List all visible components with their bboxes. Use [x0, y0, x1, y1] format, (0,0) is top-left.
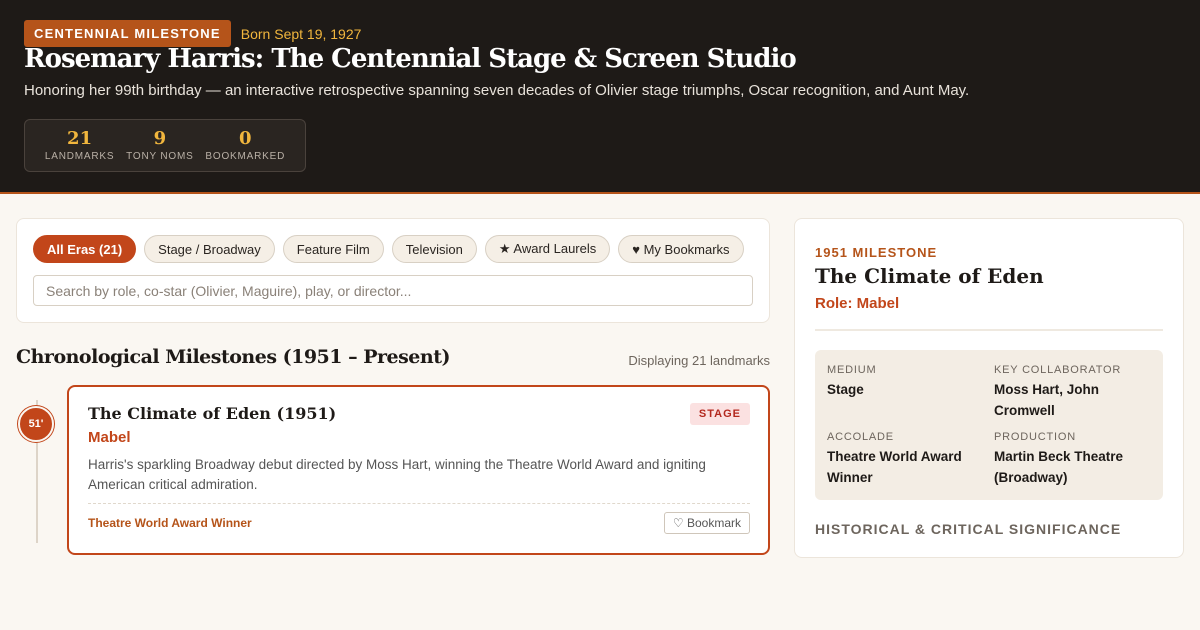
- fact-value: Theatre World Award Winner: [827, 449, 962, 485]
- medium-tag: STAGE: [689, 403, 750, 425]
- fact-label: ACCOLADE: [827, 431, 894, 443]
- detail-role: Role: Mabel: [815, 295, 900, 312]
- stat-value: 21: [67, 128, 93, 149]
- milestone-role: Mabel: [88, 429, 131, 446]
- stat-value: 9: [153, 128, 167, 149]
- fact-value: Martin Beck Theatre (Broadway): [994, 449, 1124, 485]
- fact-label: MEDIUM: [827, 364, 877, 376]
- fact-label: KEY COLLABORATOR: [994, 364, 1122, 376]
- stat-value: 0: [239, 128, 252, 149]
- detail-panel: 1951 MILESTONE The Climate of Eden Role:…: [794, 218, 1184, 558]
- detail-title: The Climate of Eden: [815, 264, 1044, 288]
- award-label: Theatre World Award Winner: [88, 516, 252, 530]
- milestone-title: The Climate of Eden (1951): [88, 404, 337, 423]
- milestone-description: Harris's sparkling Broadway debut direct…: [88, 457, 706, 492]
- stat-label: BOOKMARKED: [205, 151, 286, 162]
- card-divider: [88, 503, 750, 504]
- stat-label: LANDMARKS: [44, 151, 115, 162]
- filter-chip-award-laurels[interactable]: ★ Award Laurels: [484, 235, 611, 263]
- detail-kicker: 1951 MILESTONE: [815, 245, 938, 260]
- search-input[interactable]: [33, 275, 753, 306]
- filter-chip-bookmarks[interactable]: ♥ My Bookmarks: [618, 235, 744, 263]
- stat-tony-noms: 9 TONY NOMS: [126, 128, 194, 163]
- fact-value: Moss Hart, John Cromwell: [994, 382, 1100, 418]
- era-filter-chips: All Eras (21) Stage / Broadway Feature F…: [33, 235, 744, 263]
- stat-bookmarked: 0 BOOKMARKED: [205, 128, 286, 163]
- bookmark-button[interactable]: ♡ Bookmark: [663, 512, 750, 534]
- badge-row: CENTENNIAL MILESTONE Born Sept 19, 1927: [24, 20, 361, 47]
- stats-panel: 21 LANDMARKS 9 TONY NOMS 0 BOOKMARKED: [24, 119, 306, 172]
- centennial-badge: CENTENNIAL MILESTONE: [24, 20, 231, 47]
- landmark-count: Displaying 21 landmarks: [628, 353, 770, 368]
- stat-landmarks: 21 LANDMARKS: [44, 128, 115, 163]
- filter-chip-television[interactable]: Television: [391, 235, 477, 263]
- hero-header: CENTENNIAL MILESTONE Born Sept 19, 1927 …: [0, 0, 1200, 194]
- filter-chip-stage[interactable]: Stage / Broadway: [144, 235, 275, 263]
- fact-accolade: ACCOLADE Theatre World Award Winner: [827, 431, 987, 488]
- year-marker[interactable]: 51': [18, 406, 54, 442]
- detail-divider: [815, 329, 1163, 331]
- filter-panel: All Eras (21) Stage / Broadway Feature F…: [16, 218, 770, 323]
- filter-chip-film[interactable]: Feature Film: [282, 235, 384, 263]
- stat-label: TONY NOMS: [126, 151, 194, 162]
- filter-chip-all-eras[interactable]: All Eras (21): [33, 235, 137, 263]
- fact-value: Stage: [827, 382, 864, 397]
- timeline-heading: Chronological Milestones (1951 – Present…: [16, 346, 450, 368]
- page-subtitle: Honoring her 99th birthday — an interact…: [24, 82, 970, 99]
- fact-medium: MEDIUM Stage: [827, 364, 987, 400]
- fact-label: PRODUCTION: [994, 431, 1076, 443]
- milestone-card[interactable]: The Climate of Eden (1951) Mabel STAGE H…: [67, 385, 770, 555]
- birth-date: Born Sept 19, 1927: [240, 25, 362, 42]
- fact-production: PRODUCTION Martin Beck Theatre (Broadway…: [994, 431, 1154, 488]
- fact-collaborator: KEY COLLABORATOR Moss Hart, John Cromwel…: [994, 364, 1154, 421]
- significance-heading: HISTORICAL & CRITICAL SIGNIFICANCE: [815, 521, 1122, 537]
- fact-grid: MEDIUM Stage KEY COLLABORATOR Moss Hart,…: [815, 350, 1163, 500]
- page-title: Rosemary Harris: The Centennial Stage & …: [24, 44, 797, 74]
